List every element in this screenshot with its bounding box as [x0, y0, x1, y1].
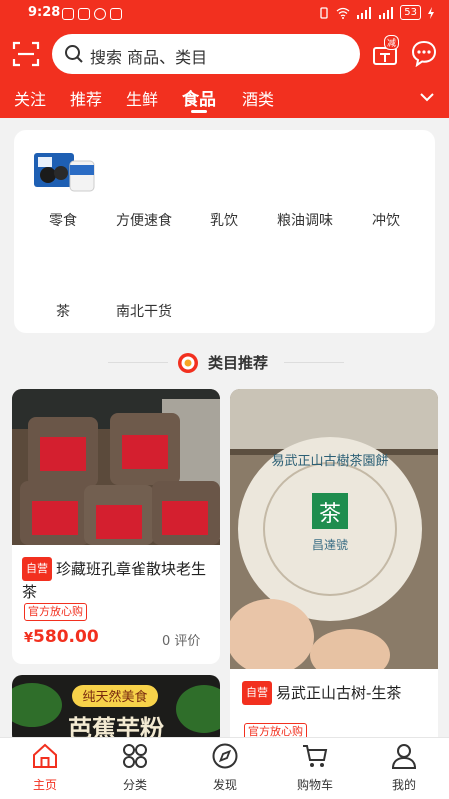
message-icon[interactable] — [410, 39, 438, 67]
cake-ring-label: 易武正山古樹茶園餅 — [271, 453, 388, 469]
self-operated-badge: 自营 — [22, 557, 52, 581]
signal-icon — [357, 6, 372, 19]
nav-home[interactable]: 主页 — [0, 738, 90, 799]
product-image[interactable]: 纯天然美食 芭蕉芋粉 — [12, 675, 220, 745]
tabs-fade — [380, 82, 410, 112]
category-grain-oil[interactable]: 粮油调味 — [277, 210, 333, 230]
search-placeholder: 搜索 商品、类目 — [90, 48, 208, 67]
product-price: ¥580.00 — [24, 627, 99, 647]
bottom-nav: 主页 分类 发现 购物车 我的 — [0, 737, 449, 799]
status-indicators: 53 — [318, 5, 435, 20]
active-tab-indicator — [191, 110, 207, 113]
nav-category-label: 分类 — [122, 778, 147, 792]
nav-profile-label: 我的 — [391, 778, 416, 792]
product-title[interactable]: 自营 珍藏班孔章雀散块老生茶 — [22, 557, 214, 603]
notification-icon — [78, 8, 90, 20]
product-card[interactable]: 自营 珍藏班孔章雀散块老生茶 官方放心购 ¥580.00 0 评价 — [12, 389, 220, 664]
target-icon — [178, 353, 198, 373]
snack-thumbnail[interactable] — [34, 147, 96, 195]
cart-icon — [303, 745, 328, 767]
search-input[interactable]: 搜索 商品、类目 — [52, 34, 360, 74]
divider — [284, 362, 344, 363]
cake-brand-label: 昌達號 — [312, 538, 348, 552]
product-title[interactable]: 自营 易武正山古树-生茶 — [242, 681, 430, 705]
vibrate-icon — [320, 6, 328, 19]
product-image[interactable] — [12, 389, 220, 545]
cake-center-label: 茶 — [319, 502, 341, 527]
currency-symbol: ¥ — [24, 631, 34, 646]
category-brew-drinks[interactable]: 冲饮 — [372, 210, 400, 230]
speed-icon — [94, 8, 106, 20]
nav-discover[interactable]: 发现 — [180, 738, 270, 799]
nav-category[interactable]: 分类 — [90, 738, 180, 799]
tab-food[interactable]: 食品 — [182, 85, 216, 110]
tab-recommend[interactable]: 推荐 — [70, 86, 102, 110]
section-title: 类目推荐 — [208, 354, 269, 372]
product-image[interactable]: 茶 昌達號 易武正山古樹茶園餅 — [230, 389, 438, 669]
notification-icon — [62, 8, 74, 20]
battery-level: 53 — [400, 5, 421, 20]
header: 9:28 53 搜索 商品、类目 减 关注 推荐 生鲜 食品 酒类 — [0, 0, 449, 118]
category-instant-food[interactable]: 方便速食 — [116, 210, 172, 230]
coupon-badge: 减 — [384, 35, 400, 50]
category-grid: 零食 方便速食 乳饮 粮油调味 冲饮 茶 南北干货 — [14, 130, 435, 333]
price-value: 580.00 — [33, 627, 99, 647]
section-header: 类目推荐 — [0, 348, 449, 378]
category-dairy-drinks[interactable]: 乳饮 — [210, 210, 238, 230]
charging-icon — [428, 6, 434, 19]
user-icon — [391, 744, 417, 769]
category-tea[interactable]: 茶 — [56, 301, 70, 321]
chevron-down-icon[interactable] — [418, 88, 436, 106]
home-icon — [33, 743, 57, 768]
category-grid-icon — [123, 744, 147, 768]
product-card[interactable]: 茶 昌達號 易武正山古樹茶園餅 自营 易武正山古树-生茶 官方放心购 — [230, 389, 438, 749]
nav-cart-label: 购物车 — [296, 778, 333, 792]
category-tabs: 关注 推荐 生鲜 食品 酒类 — [0, 82, 449, 113]
product-card[interactable]: 纯天然美食 芭蕉芋粉 — [12, 675, 220, 745]
category-dried-goods[interactable]: 南北干货 — [116, 301, 172, 321]
self-operated-badge: 自营 — [242, 681, 272, 705]
signal-icon — [379, 6, 394, 19]
tab-liquor[interactable]: 酒类 — [242, 86, 274, 110]
status-bar: 9:28 53 — [0, 0, 449, 28]
tab-fresh[interactable]: 生鲜 — [126, 86, 158, 110]
search-icon — [65, 45, 83, 63]
nav-profile[interactable]: 我的 — [359, 738, 449, 799]
banner-text: 纯天然美食 — [82, 689, 147, 705]
nfc-icon — [110, 8, 122, 20]
nav-discover-label: 发现 — [212, 778, 237, 792]
official-tag: 官方放心购 — [24, 603, 87, 621]
nav-cart[interactable]: 购物车 — [270, 738, 360, 799]
review-count: 0 评价 — [162, 634, 201, 649]
tab-follow[interactable]: 关注 — [14, 86, 46, 110]
status-time: 9:28 — [28, 5, 61, 20]
product-name: 易武正山古树-生茶 — [276, 684, 402, 702]
divider — [108, 362, 168, 363]
compass-icon — [212, 743, 238, 769]
top-bar: 搜索 商品、类目 减 — [0, 32, 449, 76]
scan-icon[interactable] — [12, 40, 40, 68]
nav-home-label: 主页 — [32, 778, 57, 792]
wifi-icon — [336, 7, 350, 19]
category-snacks[interactable]: 零食 — [49, 210, 77, 230]
